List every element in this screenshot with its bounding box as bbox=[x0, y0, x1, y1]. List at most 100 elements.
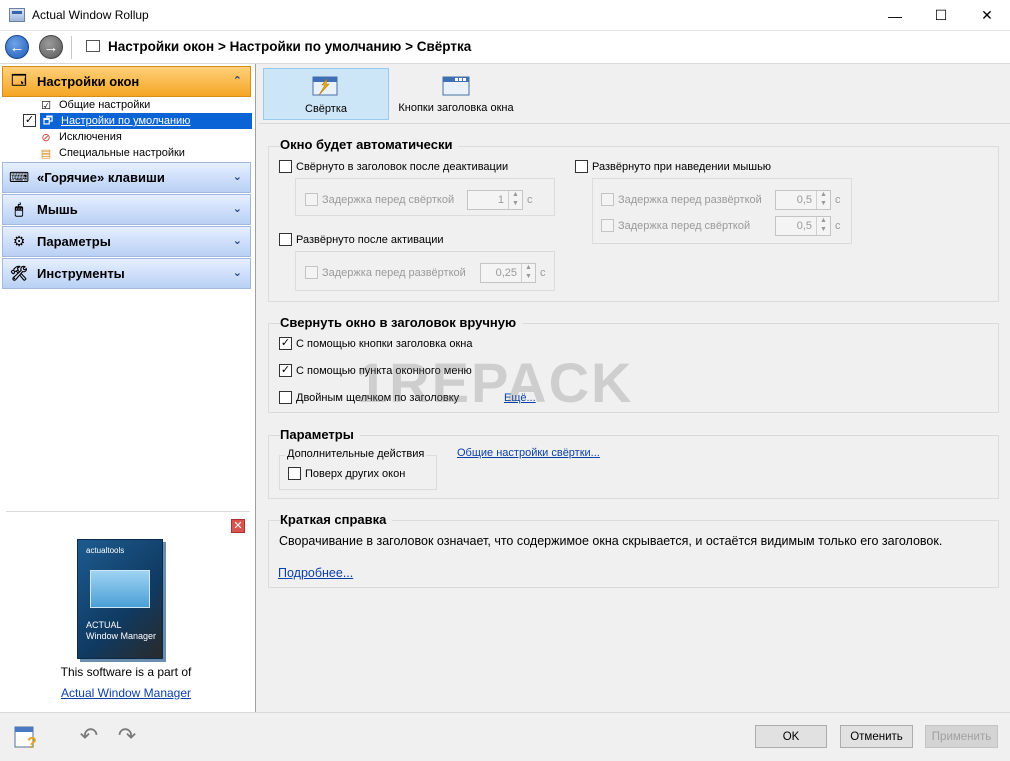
brand-logo: actualtools bbox=[86, 546, 125, 555]
content-panel: Окно будет автоматически Свёрнуто в заго… bbox=[259, 123, 1010, 712]
hover-rollup-delay-stepper[interactable]: 0,5 ▲ ▼ bbox=[775, 216, 831, 236]
title-bar: Actual Window Rollup — ☐ ✕ bbox=[0, 0, 1010, 31]
tab-title-buttons[interactable]: Кнопки заголовка окна bbox=[391, 68, 521, 120]
promo-link[interactable]: Actual Window Manager bbox=[0, 686, 252, 700]
undo-icon[interactable]: ↶ bbox=[75, 725, 103, 749]
unroll-delay-stepper[interactable]: 0,25 ▲ ▼ bbox=[480, 263, 536, 283]
arrow-up-icon[interactable]: ▲ bbox=[817, 191, 830, 200]
minimize-button[interactable]: — bbox=[872, 0, 918, 31]
stepper-arrows[interactable]: ▲ ▼ bbox=[816, 217, 830, 235]
delay-before-rollup-checkbox[interactable]: Задержка перед свёрткой bbox=[305, 193, 454, 206]
special-settings-icon: ▤ bbox=[40, 147, 52, 160]
sidebar-group-window-settings[interactable]: 🗔 Настройки окон ⌃ bbox=[2, 66, 251, 97]
sidebar-group-label: Инструменты bbox=[37, 266, 125, 281]
sidebar-group-hotkeys[interactable]: ⌨ «Горячие» клавиши ⌄ bbox=[2, 162, 251, 193]
hover-unroll-delay-stepper[interactable]: 0,5 ▲ ▼ bbox=[775, 190, 831, 210]
checkbox-box: ✓ bbox=[279, 337, 292, 350]
help-icon[interactable]: ? bbox=[12, 723, 40, 752]
params-section-title: Параметры bbox=[280, 427, 360, 442]
default-settings-checkbox[interactable]: ✓ bbox=[23, 114, 36, 127]
tools-icon: 🛠 bbox=[10, 265, 28, 281]
arrow-down-icon[interactable]: ▼ bbox=[509, 200, 522, 209]
sidebar-item-special[interactable]: ▤ Специальные настройки bbox=[38, 145, 185, 161]
chevron-down-icon: ⌄ bbox=[232, 235, 242, 247]
chevron-down-icon: ⌄ bbox=[232, 203, 242, 215]
sidebar-group-options[interactable]: ⚙ Параметры ⌄ bbox=[2, 226, 251, 257]
unrolled-after-activate-checkbox[interactable]: Развёрнуто после активации bbox=[279, 233, 444, 246]
checkbox-box: ✓ bbox=[279, 364, 292, 377]
sidebar-item-label: Исключения bbox=[59, 131, 122, 143]
arrow-down-icon[interactable]: ▼ bbox=[522, 273, 535, 282]
navigation-bar: ← → Настройки окон > Настройки по умолча… bbox=[0, 31, 1010, 64]
rollup-delay-stepper[interactable]: 1 ▲ ▼ bbox=[467, 190, 523, 210]
on-top-checkbox[interactable]: Поверх других окон bbox=[288, 467, 405, 480]
redo-icon[interactable]: ↷ bbox=[113, 725, 141, 749]
app-icon bbox=[9, 8, 25, 22]
tab-rollup[interactable]: Свёртка bbox=[263, 68, 389, 120]
close-promo-icon[interactable]: ✕ bbox=[231, 519, 245, 533]
stepper-arrows[interactable]: ▲ ▼ bbox=[508, 191, 522, 209]
hover-delay-unroll-checkbox[interactable]: Задержка перед развёрткой bbox=[601, 193, 762, 206]
unrolled-on-hover-checkbox[interactable]: Развёрнуто при наведении мышью bbox=[575, 160, 771, 173]
settings-check-icon: ☑ bbox=[41, 99, 51, 112]
stepper-arrows[interactable]: ▲ ▼ bbox=[521, 264, 535, 282]
checkbox-label: Развёрнуто после активации bbox=[296, 233, 444, 246]
promo-separator bbox=[6, 511, 250, 512]
checkbox-label: Развёрнуто при наведении мышью bbox=[592, 160, 772, 173]
product-screen-art bbox=[90, 570, 150, 608]
unit-seconds: с bbox=[527, 194, 533, 206]
arrow-up-icon[interactable]: ▲ bbox=[522, 264, 535, 273]
help-text: Сворачивание в заголовок означает, что с… bbox=[279, 534, 943, 548]
sidebar-item-label: Настройки по умолчанию bbox=[61, 115, 191, 127]
unit-seconds: с bbox=[835, 220, 841, 232]
arrow-down-icon[interactable]: ▼ bbox=[817, 200, 830, 209]
chevron-up-icon: ⌃ bbox=[232, 75, 242, 87]
checkbox-box bbox=[279, 391, 292, 404]
stepper-value: 0,5 bbox=[796, 194, 812, 206]
extra-actions-label: Дополнительные действия bbox=[285, 448, 427, 460]
auto-section-title: Окно будет автоматически bbox=[280, 137, 459, 152]
sidebar-item-exclusions[interactable]: ⊘ Исключения bbox=[38, 129, 122, 145]
delay-before-unroll-checkbox[interactable]: Задержка перед развёрткой bbox=[305, 266, 466, 279]
hover-delay-rollup-checkbox[interactable]: Задержка перед свёрткой bbox=[601, 219, 750, 232]
checkbox-label: Свёрнуто в заголовок после деактивации bbox=[296, 160, 509, 173]
by-title-button-checkbox[interactable]: ✓ С помощью кнопки заголовка окна bbox=[279, 337, 472, 350]
unit-seconds: с bbox=[835, 194, 841, 206]
product-box-name: ACTUAL Window Manager bbox=[86, 620, 156, 642]
arrow-up-icon[interactable]: ▲ bbox=[817, 217, 830, 226]
bottom-bar: ? ↶ ↷ OK Отменить Применить bbox=[0, 712, 1010, 761]
checkbox-box bbox=[305, 266, 318, 279]
tab-bar: Свёртка Кнопки заголовка окна bbox=[259, 64, 1010, 122]
rolled-after-deactivate-checkbox[interactable]: Свёрнуто в заголовок после деактивации bbox=[279, 160, 508, 173]
checkbox-box bbox=[601, 193, 614, 206]
windows-icon bbox=[82, 36, 100, 52]
general-rollup-settings-link[interactable]: Общие настройки свёртки... bbox=[457, 447, 600, 459]
help-section bbox=[268, 520, 999, 588]
cancel-button[interactable]: Отменить bbox=[840, 725, 913, 748]
close-button[interactable]: ✕ bbox=[964, 0, 1010, 31]
sidebar-item-default[interactable]: 🗗 Настройки по умолчанию bbox=[40, 113, 252, 129]
maximize-button[interactable]: ☐ bbox=[918, 0, 964, 31]
sidebar-group-tools[interactable]: 🛠 Инструменты ⌄ bbox=[2, 258, 251, 289]
checkbox-label: Задержка перед развёрткой bbox=[322, 266, 466, 279]
chevron-down-icon: ⌄ bbox=[232, 267, 242, 279]
help-more-link[interactable]: Подробнее... bbox=[278, 566, 353, 580]
stepper-arrows[interactable]: ▲ ▼ bbox=[816, 191, 830, 209]
arrow-down-icon[interactable]: ▼ bbox=[817, 226, 830, 235]
breadcrumb: Настройки окон > Настройки по умолчанию … bbox=[108, 39, 472, 54]
ok-button[interactable]: OK bbox=[755, 725, 827, 748]
sidebar-group-mouse[interactable]: 🖱 Мышь ⌄ bbox=[2, 194, 251, 225]
checkbox-box bbox=[305, 193, 318, 206]
forward-button[interactable]: → bbox=[39, 35, 63, 59]
nav-separator bbox=[71, 36, 72, 59]
checkbox-box bbox=[601, 219, 614, 232]
apply-button[interactable]: Применить bbox=[925, 725, 998, 748]
watermark: 1REPACK bbox=[356, 351, 634, 414]
sidebar-group-label: «Горячие» клавиши bbox=[37, 170, 165, 185]
back-button[interactable]: ← bbox=[5, 35, 29, 59]
options-icon: ⚙ bbox=[12, 233, 26, 249]
arrow-up-icon[interactable]: ▲ bbox=[509, 191, 522, 200]
tab-label: Свёртка bbox=[305, 103, 347, 115]
sidebar-item-general[interactable]: ☑ Общие настройки bbox=[38, 97, 150, 113]
stepper-value: 1 bbox=[497, 194, 504, 206]
